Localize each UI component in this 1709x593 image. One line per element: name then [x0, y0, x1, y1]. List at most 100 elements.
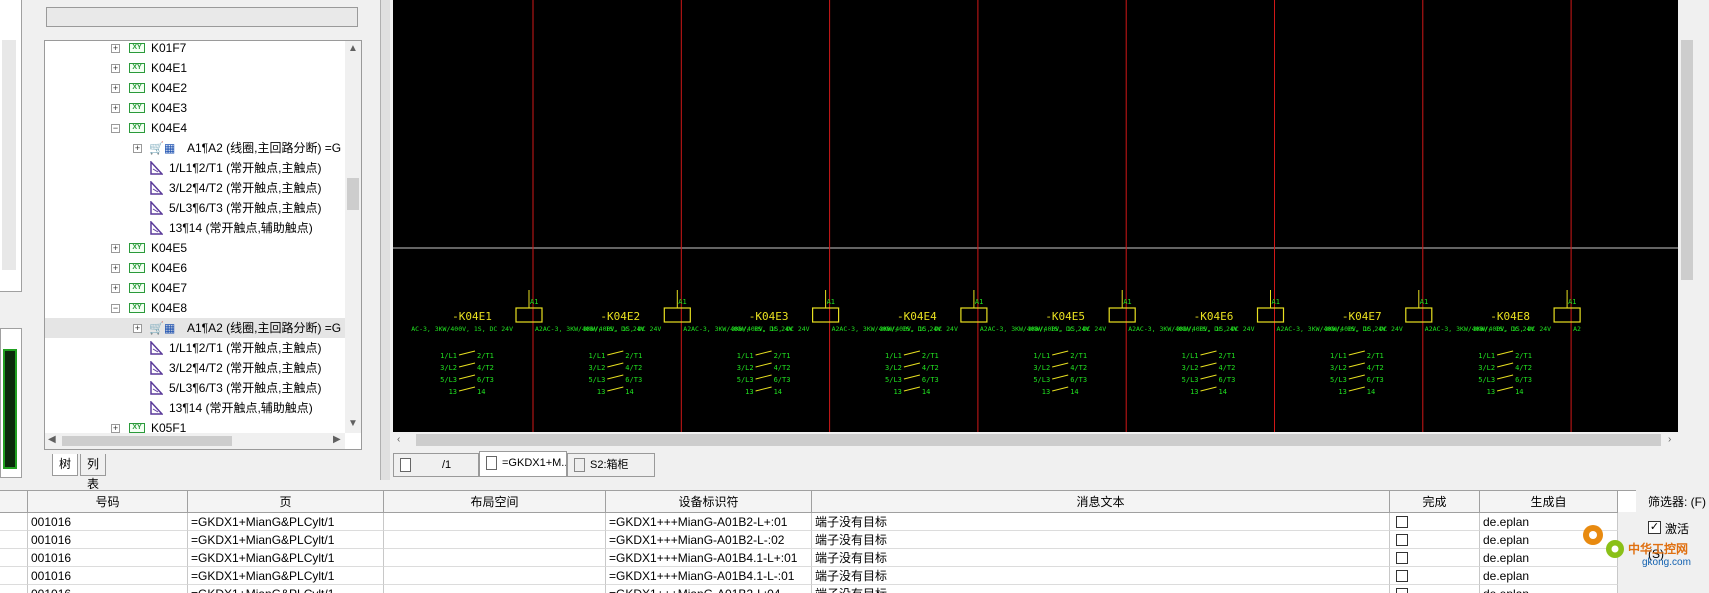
table-row[interactable]: 001016=GKDX1+MianG&PLCylt/1 =GKDX1+++Mian… [0, 531, 1618, 549]
tree-horizontal-scroll-thumb[interactable] [62, 436, 232, 446]
tree-item[interactable]: + XY K04E6 [45, 258, 345, 278]
table-cell [0, 531, 28, 549]
tree-item[interactable]: 3/L2¶4/T2 (常开触点,主触点) [45, 178, 345, 198]
contactor-spec: 3KW/400V, 1S, DC 24V [731, 325, 809, 333]
coil-function-icon: 🛒▦ [149, 141, 176, 155]
cabinet-icon [574, 458, 585, 472]
table-row[interactable]: 001016=GKDX1+MianG&PLCylt/1 =GKDX1+++Mian… [0, 549, 1618, 567]
tree-item[interactable]: − XY K04E4 [45, 118, 345, 138]
tree-item[interactable]: + XY K04E3 [45, 98, 345, 118]
tab-list[interactable]: 列表 [80, 454, 107, 491]
expand-icon[interactable]: + [111, 84, 120, 93]
column-header[interactable]: 页 [188, 491, 384, 513]
column-header[interactable]: 布局空间 [384, 491, 606, 513]
column-header[interactable] [0, 491, 28, 513]
expand-icon[interactable]: + [111, 244, 120, 253]
expand-icon[interactable]: + [111, 64, 120, 73]
scroll-up-icon[interactable]: ▲ [348, 43, 358, 54]
tree-item[interactable]: 13¶14 (常开触点,辅助触点) [45, 398, 345, 418]
done-checkbox[interactable] [1396, 570, 1408, 582]
table-row[interactable]: 001016=GKDX1+MianG&PLCylt/1 =GKDX1+++Mian… [0, 513, 1618, 531]
page-tab-1[interactable]: /1 [393, 453, 479, 477]
expand-icon[interactable]: + [111, 104, 120, 113]
expand-icon[interactable]: + [111, 44, 120, 53]
contact-terminal: 14 [1070, 388, 1078, 396]
coil-symbol [1405, 307, 1433, 323]
tree-item-label: K01F7 [151, 41, 187, 55]
column-header[interactable]: 号码 [28, 491, 188, 513]
contact-symbol [458, 374, 476, 380]
contact-terminal: 13 [1190, 388, 1198, 396]
expand-icon[interactable]: + [133, 324, 142, 333]
tree-vertical-scroll-thumb[interactable] [347, 178, 359, 210]
scroll-right-icon[interactable]: ▶ [333, 434, 341, 445]
contactor-spec: 3KW/400V, 1S, DC 24V [1325, 325, 1403, 333]
tree-filter-input[interactable] [46, 7, 358, 27]
tree-item[interactable]: + XY K04E5 [45, 238, 345, 258]
expand-icon[interactable]: + [111, 424, 120, 433]
contact-symbol [607, 362, 624, 368]
contact-terminal: 5/L3 [1330, 376, 1347, 384]
scroll-left-icon[interactable]: ◀ [48, 434, 56, 445]
contact-terminal: 1/L1 [588, 352, 605, 360]
page-icon [486, 456, 497, 470]
tree-item[interactable]: 5/L3¶6/T3 (常开触点,主触点) [45, 198, 345, 218]
message-table: 号码页布局空间 设备标识符 消息文本 完成 生成自 001016 =GKDX1+MianG&… [0, 490, 1636, 593]
device-xy-icon: XY [129, 263, 145, 273]
expand-icon[interactable]: + [111, 284, 120, 293]
tree-vertical-scrollbar[interactable] [345, 41, 361, 433]
tree-item[interactable]: + XY K04E2 [45, 78, 345, 98]
tree-item[interactable]: + XY K01F7 [45, 41, 345, 58]
contact-terminal: 3/L2 [588, 364, 605, 372]
contact-terminal: 13 [597, 388, 605, 396]
contact-symbol [1052, 362, 1069, 368]
done-checkbox[interactable] [1396, 516, 1408, 528]
contact-symbol [607, 350, 624, 356]
panel-splitter[interactable] [380, 0, 390, 480]
coil-symbol [663, 307, 691, 323]
canvas-vertical-scroll-thumb[interactable] [1681, 40, 1693, 280]
contact-terminal: 14 [625, 388, 633, 396]
contact-terminal: 14 [477, 388, 485, 396]
contact-symbol [903, 374, 921, 380]
table-row[interactable]: 001016=GKDX1+MianG&PLCylt/1 =GKDX1+++Mian… [0, 567, 1618, 585]
contact-terminal: 13 [745, 388, 753, 396]
tree-item[interactable]: + XY K04E1 [45, 58, 345, 78]
done-checkbox[interactable] [1396, 534, 1408, 546]
scroll-left-icon[interactable]: ‹ [397, 434, 400, 445]
tree-item[interactable]: + 🛒▦ A1¶A2 (线圈,主回路分断) =G [45, 138, 345, 158]
device-xy-icon: XY [129, 63, 145, 73]
tree-item[interactable]: 13¶14 (常开触点,辅助触点) [45, 218, 345, 238]
canvas-horizontal-scroll-thumb[interactable] [416, 434, 1661, 446]
column-header[interactable]: 完成 [1390, 491, 1480, 513]
contact-terminal: 5/L3 [440, 376, 457, 384]
tree-item[interactable]: 1/L1¶2/T1 (常开触点,主触点) [45, 158, 345, 178]
collapse-icon[interactable]: − [111, 124, 120, 133]
table-row[interactable]: 001016=GKDX1+MianG&PLCylt/1 =GKDX1+++Mian… [0, 585, 1618, 593]
schematic-canvas[interactable]: A1 -K04E1 AC-3, 3KW/400V, 1S, DC 24V A2AC-3… [393, 0, 1678, 432]
tree-item[interactable]: 3/L2¶4/T2 (常开触点,主触点) [45, 358, 345, 378]
table-cell: =GKDX1+MianG&PLCylt/1 [188, 567, 384, 585]
collapse-icon[interactable]: − [111, 304, 120, 313]
page-tab-2[interactable]: =GKDX1+M... [479, 451, 567, 477]
contact-terminal: 14 [1219, 388, 1227, 396]
left-stub-scrollbar[interactable] [2, 40, 16, 270]
contact-terminal: 14 [1367, 388, 1375, 396]
scroll-right-icon[interactable]: › [1668, 434, 1671, 445]
tree-item[interactable]: − XY K04E8 [45, 298, 345, 318]
tree-item[interactable]: + 🛒▦ A1¶A2 (线圈,主回路分断) =G [45, 318, 345, 338]
expand-icon[interactable]: + [111, 264, 120, 273]
column-header[interactable]: 设备标识符 [606, 491, 812, 513]
tree-item[interactable]: 5/L3¶6/T3 (常开触点,主触点) [45, 378, 345, 398]
done-checkbox[interactable] [1396, 552, 1408, 564]
done-checkbox[interactable] [1396, 588, 1408, 593]
expand-icon[interactable]: + [133, 144, 142, 153]
column-header[interactable]: 消息文本 [812, 491, 1390, 513]
contact-terminal: 6/T3 [1219, 376, 1236, 384]
scroll-down-icon[interactable]: ▼ [348, 418, 358, 429]
table-cell [384, 531, 606, 549]
tree-item[interactable]: 1/L1¶2/T1 (常开触点,主触点) [45, 338, 345, 358]
tab-tree[interactable]: 树 [52, 454, 79, 476]
page-tab-3[interactable]: S2:箱柜 [567, 453, 655, 477]
tree-item[interactable]: + XY K04E7 [45, 278, 345, 298]
